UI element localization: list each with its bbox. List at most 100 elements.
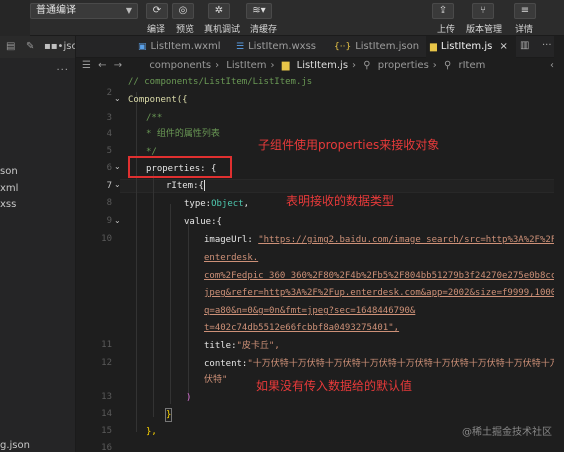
file-icon[interactable]: ▤	[6, 41, 15, 52]
line-number: 14	[101, 409, 112, 419]
scrollbar-track[interactable]	[554, 36, 564, 452]
line-number: 13	[101, 392, 112, 402]
layers-icon: ≋▾	[252, 5, 266, 16]
wxss-icon: ☰	[236, 42, 245, 52]
fold-icon[interactable]: ⌄	[114, 180, 121, 189]
line-number: 16	[101, 443, 112, 452]
version-button[interactable]: ⑂	[472, 3, 494, 19]
indent-guide	[188, 220, 189, 400]
tab-wxml-label: ListItem.wxml	[150, 41, 221, 52]
crumb-listitem[interactable]: ListItem	[226, 60, 266, 71]
remote-debug-button[interactable]: ✲	[208, 3, 230, 19]
code-token: "十万伏特十万伏特十万伏特十万伏特十万伏特十万伏特十万伏特十万伏特十万	[247, 359, 559, 369]
code-line: }	[164, 408, 173, 422]
annotation-type: 表明接收的数据类型	[286, 194, 395, 208]
line-number: 12	[101, 358, 112, 368]
code-line: content:"十万伏特十万伏特十万伏特十万伏特十万伏特十万伏特十万伏特十万伏…	[204, 358, 559, 370]
json-icon: {··}	[334, 42, 352, 52]
code-token: rItem:{	[166, 181, 204, 191]
indent-guide	[136, 92, 137, 432]
code-line[interactable]: jpeg&refer=http%3A%2F%2Fup.enterdesk.com…	[204, 287, 564, 299]
code-token: "皮卡丘",	[236, 341, 280, 351]
code-token: title:	[204, 341, 237, 351]
preview-button[interactable]: ◎	[172, 3, 194, 19]
sidebar-tab-json[interactable]: ▪▪•json	[44, 41, 75, 52]
crumb-components[interactable]: components	[149, 60, 211, 71]
file-explorer: ▤ ✎ ▪▪•json ... son xml xss g.json	[0, 36, 76, 452]
sidebar-file-json[interactable]: son	[0, 166, 18, 177]
wrench-icon: ⚲	[443, 60, 452, 71]
code-token: Component({	[128, 95, 188, 105]
details-label[interactable]: 详情	[515, 22, 533, 35]
line-number-current: 7	[106, 181, 112, 191]
indent-guide	[153, 172, 154, 417]
breadcrumb: ☰ ← → components › ListItem › ▆ ListItem.j…	[76, 58, 564, 74]
tab-wxml[interactable]: ▣ ListItem.wxml	[134, 36, 230, 58]
split-editor-icon[interactable]: ▥	[520, 40, 529, 51]
crumb-properties[interactable]: properties	[378, 60, 429, 71]
code-line[interactable]: com%2Fedpic_360_360%2F80%2F4b%2Fb5%2F804…	[204, 270, 564, 282]
code-line[interactable]: q=a80&n=0&g=0n&fmt=jpeg?sec=1648446790&	[204, 305, 415, 317]
clear-cache-label[interactable]: 清缓存	[250, 22, 277, 35]
code-line: },	[146, 427, 157, 437]
refresh-icon: ⟳	[152, 5, 162, 16]
code-token: content:	[204, 359, 248, 369]
more-actions-icon[interactable]: ···	[542, 40, 552, 51]
annotation-highlight-box	[128, 156, 232, 178]
code-line: 伏特"	[204, 375, 228, 385]
chevron-down-icon: ▼	[125, 6, 132, 15]
more-icon[interactable]: ...	[56, 62, 69, 73]
code-token[interactable]: "https://gimg2.baidu.com/image_search/sr…	[258, 235, 564, 245]
preview-label[interactable]: 预览	[176, 22, 194, 35]
indent-guide	[170, 204, 171, 404]
compile-mode-label: 普通编译	[36, 5, 76, 16]
branch-icon: ⑂	[480, 5, 486, 16]
tab-js[interactable]: ▆ ListItem.js ×	[426, 36, 516, 58]
edit-icon[interactable]: ✎	[26, 41, 34, 52]
sidebar-file-wxml[interactable]: xml	[0, 183, 18, 194]
js-icon: ▆	[430, 42, 437, 52]
upload-button[interactable]: ⇪	[432, 3, 454, 19]
sidebar-file-app-json[interactable]: g.json	[0, 440, 30, 451]
crumb-file[interactable]: ListItem.js	[297, 60, 348, 71]
compile-button[interactable]: ⟳	[146, 3, 168, 19]
fold-icon[interactable]: ⌄	[114, 94, 121, 103]
watermark: @稀土掘金技术社区	[462, 427, 552, 438]
clear-cache-button[interactable]: ≋▾	[246, 3, 272, 19]
top-toolbar: 普通编译 ▼ ⟳ ◎ ✲ ≋▾ 编译 预览 真机调试 清缓存 ⇪ ⑂ ≡ 上传 …	[0, 0, 564, 36]
compile-mode-select[interactable]: 普通编译 ▼	[30, 3, 138, 19]
code-line[interactable]: enterdesk.	[204, 252, 258, 264]
forward-icon[interactable]: →	[114, 60, 122, 71]
code-line: value:{	[184, 217, 222, 227]
annotation-properties: 子组件使用properties来接收对象	[258, 138, 440, 152]
back-icon[interactable]: ←	[98, 60, 106, 71]
line-number: 6	[106, 163, 112, 173]
code-line: * 组件的属性列表	[146, 129, 220, 139]
list-icon[interactable]: ☰	[82, 60, 91, 71]
tab-json-label: ListItem.json	[355, 41, 420, 52]
code-line: title:"皮卡丘",	[204, 340, 280, 352]
code-line: imageUrl: "https://gimg2.baidu.com/image…	[204, 234, 564, 246]
crumb-ritem[interactable]: rItem	[458, 60, 485, 71]
close-icon[interactable]: ×	[500, 41, 508, 52]
remote-debug-label[interactable]: 真机调试	[204, 22, 240, 35]
line-number: 9	[106, 216, 112, 226]
details-button[interactable]: ≡	[514, 3, 536, 19]
js-icon: ▆	[281, 60, 290, 71]
line-number: 3	[106, 113, 112, 123]
eye-icon: ◎	[178, 5, 188, 16]
fold-icon[interactable]: ⌄	[114, 162, 121, 171]
code-line: // components/ListItem/ListItem.js	[128, 77, 313, 87]
sidebar-file-wxss[interactable]: xss	[0, 199, 16, 210]
code-token: Object	[211, 199, 244, 209]
editor-tabs: ▣ ListItem.wxml ☰ ListItem.wxss {··} ListIt…	[76, 36, 564, 58]
fold-icon[interactable]: ⌄	[114, 216, 121, 225]
code-line[interactable]: t=402c74db5512e66fcbbf8a0493275401",	[204, 322, 399, 334]
version-label[interactable]: 版本管理	[466, 22, 502, 35]
tab-json[interactable]: {··} ListItem.json	[330, 36, 422, 58]
tab-js-label: ListItem.js	[440, 41, 493, 52]
code-editor[interactable]: 2 3 4 5 6 7 8 9 10 11 12 13 14 15 16 ⌄ ⌄…	[76, 74, 564, 452]
upload-label[interactable]: 上传	[437, 22, 455, 35]
compile-label[interactable]: 编译	[147, 22, 165, 35]
tab-wxss[interactable]: ☰ ListItem.wxss	[232, 36, 328, 58]
